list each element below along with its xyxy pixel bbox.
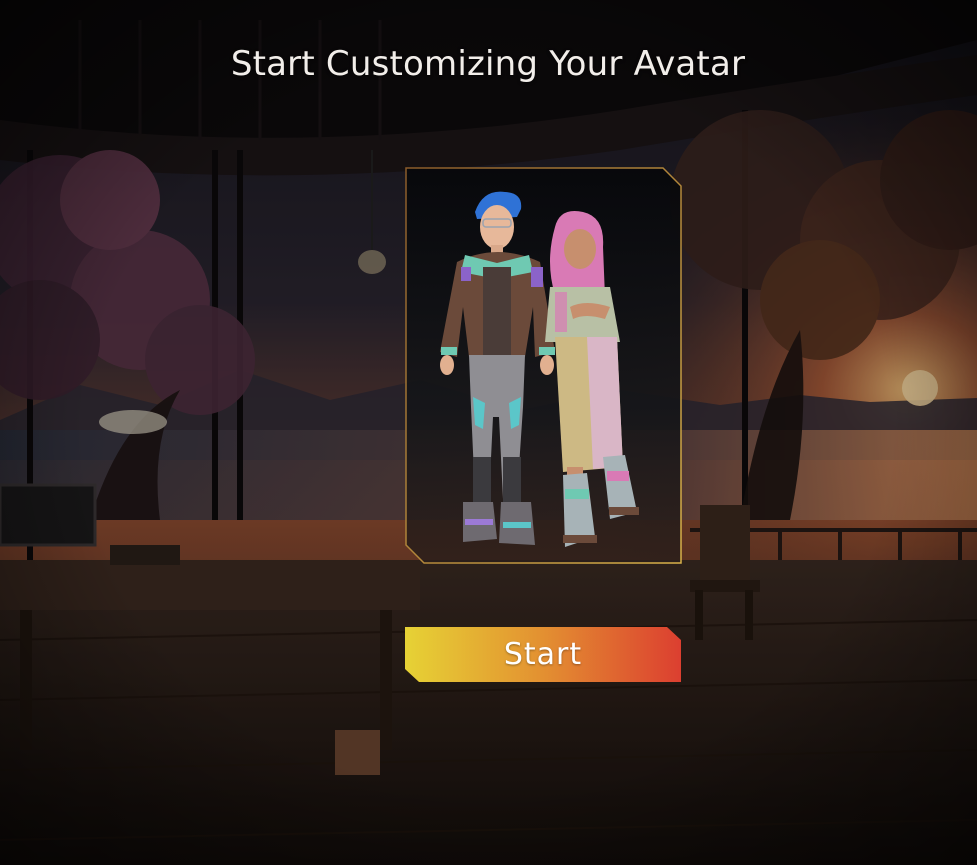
start-button[interactable]: Start: [405, 627, 681, 682]
avatar-start-screen: Start Customizing Your Avatar Start: [0, 0, 977, 865]
start-button-label: Start: [503, 637, 583, 672]
avatar-preview-card[interactable]: [405, 167, 682, 564]
screen-title: Start Customizing Your Avatar: [230, 44, 746, 84]
avatar-card-frame: [405, 167, 682, 564]
